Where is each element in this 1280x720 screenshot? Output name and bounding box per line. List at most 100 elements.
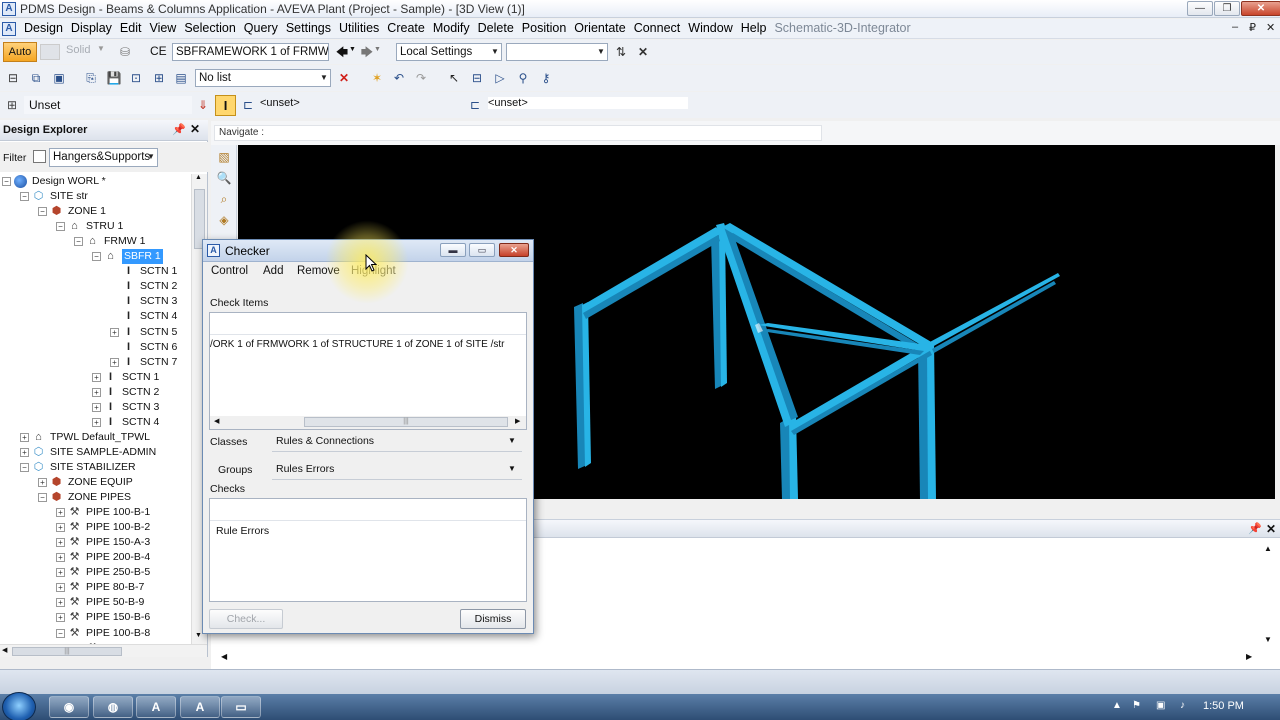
zoom-icon[interactable]: 🔍 xyxy=(215,169,233,187)
tree-node[interactable]: + ⚒ PIPE 100-B-2 xyxy=(0,520,191,535)
window-icon[interactable]: ▣ xyxy=(50,69,68,87)
expand-icon[interactable]: + xyxy=(92,372,101,382)
down-arrow-icon[interactable]: ⇓ xyxy=(194,96,212,114)
checks-item-rule-errors[interactable]: Rule Errors xyxy=(216,525,269,537)
tree-node[interactable]: I SCTN 1 xyxy=(0,264,191,279)
panel-icon[interactable]: ▤ xyxy=(172,69,190,87)
collapse-icon[interactable]: − xyxy=(20,192,29,202)
pin-icon[interactable]: 📌 xyxy=(1248,522,1262,535)
checker-menu-control[interactable]: Control xyxy=(211,265,248,277)
ce-selector[interactable]: SBFRAMEWORK 1 of FRMW xyxy=(172,43,329,61)
tree-node[interactable]: − ⌂ FRMW 1 xyxy=(0,234,191,249)
expand-icon[interactable]: + xyxy=(92,402,101,412)
tree-node[interactable]: + ⚒ PIPE 250-B-5 xyxy=(0,565,191,580)
tree-node[interactable]: − ⌂ STRU 1 xyxy=(0,219,191,234)
taskbar-clock[interactable]: 1:50 PM xyxy=(1203,700,1244,712)
clear-icon[interactable]: ✕ xyxy=(634,43,652,61)
start-button[interactable] xyxy=(2,692,36,720)
minimize-button[interactable]: — xyxy=(1187,1,1213,16)
expand-icon[interactable]: + xyxy=(20,447,29,457)
menu-view[interactable]: View xyxy=(145,21,180,36)
tree-node[interactable]: − ⬢ ZONE 1 xyxy=(0,204,191,219)
tree-node[interactable]: + I SCTN 3 xyxy=(0,400,191,415)
menu-window[interactable]: Window xyxy=(684,21,736,36)
menu-display[interactable]: Display xyxy=(67,21,116,36)
unset-right-value[interactable]: <unset> xyxy=(488,97,688,109)
checker-close-button[interactable]: ✕ xyxy=(499,243,529,257)
tree-node[interactable]: + I SCTN 5 xyxy=(0,325,191,340)
tree-node[interactable]: + ⚒ PIPE 150-B-6 xyxy=(0,610,191,625)
scroll-up-icon[interactable]: ▲ xyxy=(1264,544,1272,553)
pin-icon[interactable]: 📌 xyxy=(172,123,186,136)
expand-icon[interactable]: + xyxy=(56,508,65,518)
mdi-restore-button[interactable]: ₽ xyxy=(1249,21,1256,34)
expand-icon[interactable]: + xyxy=(56,538,65,548)
taskbar-chrome-icon[interactable]: ◉ xyxy=(49,696,89,718)
menu-create[interactable]: Create xyxy=(383,21,429,36)
zoom-box-icon[interactable]: ⌕ xyxy=(215,190,233,208)
checker-minimize-button[interactable]: ▬ xyxy=(440,243,466,257)
dismiss-button[interactable]: Dismiss xyxy=(460,609,526,629)
tree-node[interactable]: − ⌂ SBFR 1 xyxy=(0,249,191,265)
checker-menu-add[interactable]: Add xyxy=(263,265,283,277)
tree-node[interactable]: I SCTN 6 xyxy=(0,340,191,355)
expand-icon[interactable]: + xyxy=(92,417,101,427)
collapse-icon[interactable]: − xyxy=(56,222,65,232)
taskbar-aveva-icon[interactable]: A xyxy=(136,696,176,718)
scroll-left-icon[interactable]: ◀ xyxy=(2,646,7,654)
collapse-icon[interactable]: − xyxy=(56,628,65,638)
view-icon[interactable]: ⊡ xyxy=(127,69,145,87)
menu-modify[interactable]: Modify xyxy=(429,21,474,36)
scroll-up-icon[interactable]: ▲ xyxy=(195,174,202,181)
expand-icon[interactable]: + xyxy=(56,523,65,533)
expand-icon[interactable]: + xyxy=(56,568,65,578)
collapse-icon[interactable]: − xyxy=(38,493,47,503)
list-selector[interactable]: No list ▼ xyxy=(195,69,331,87)
tree-node[interactable]: + ⚒ PIPE 50-B-9 xyxy=(0,595,191,610)
back-dropdown-icon[interactable]: ▼ xyxy=(349,46,356,53)
expand-icon[interactable]: + xyxy=(110,327,119,337)
tree-node[interactable]: + I SCTN 2 xyxy=(0,385,191,400)
expand-icon[interactable]: + xyxy=(56,553,65,563)
tree-node[interactable]: + I SCTN 7 xyxy=(0,355,191,370)
layout-icon[interactable]: ⊞ xyxy=(150,69,168,87)
tag-icon-2[interactable]: ⊏ xyxy=(466,96,484,114)
checker-maximize-button[interactable]: ▭ xyxy=(469,243,495,257)
menu-edit[interactable]: Edit xyxy=(116,21,146,36)
check-items-hscroll[interactable]: ◀ ||| ▶ xyxy=(210,416,526,429)
close-button[interactable]: ✕ xyxy=(1241,1,1280,16)
tree-node[interactable]: − ⚒ PIPE 100-B-8 xyxy=(0,626,191,641)
scroll-left-icon[interactable]: ◀ xyxy=(214,417,219,425)
undo-icon[interactable]: ↶ xyxy=(390,69,408,87)
grid-icon[interactable]: ⊞ xyxy=(3,96,21,114)
checker-menu-remove[interactable]: Remove xyxy=(297,265,340,277)
tree-node[interactable]: + ⬡ SITE SAMPLE-ADMIN xyxy=(0,445,191,460)
scroll-down-icon[interactable]: ▼ xyxy=(195,632,202,639)
solid-button[interactable]: Solid xyxy=(66,44,90,56)
collapse-icon[interactable]: − xyxy=(38,207,47,217)
groups-selector[interactable]: Rules Errors ▼ xyxy=(272,460,522,480)
expand-icon[interactable]: + xyxy=(56,598,65,608)
tree-node[interactable]: + ⚒ PIPE 200-B-4 xyxy=(0,550,191,565)
tray-network-icon[interactable]: ⚑ xyxy=(1132,700,1141,711)
tray-volume-icon[interactable]: ♪ xyxy=(1180,700,1185,711)
close-icon[interactable]: ✕ xyxy=(190,122,200,136)
list-icon[interactable]: ⎘ xyxy=(82,69,100,87)
scroll-left-icon[interactable]: ◀ xyxy=(221,652,227,661)
settings-extra-selector[interactable]: ▼ xyxy=(506,43,608,61)
pick-icon[interactable]: ⊟ xyxy=(468,69,486,87)
tree-node[interactable]: + I SCTN 1 xyxy=(0,370,191,385)
forward-dropdown-icon[interactable]: ▼ xyxy=(374,46,381,53)
pointer-icon[interactable]: ↖ xyxy=(445,69,463,87)
remove-icon[interactable]: ✕ xyxy=(335,69,353,87)
mdi-minimize-button[interactable]: – xyxy=(1232,21,1238,33)
check-item-row[interactable]: /ORK 1 of FRMWORK 1 of STRUCTURE 1 of ZO… xyxy=(210,339,505,350)
sort-icon[interactable]: ⇅ xyxy=(612,43,630,61)
auto-button[interactable]: Auto xyxy=(3,42,37,62)
tree-node[interactable]: + ⌂ TPWL Default_TPWL xyxy=(0,430,191,445)
menu-delete[interactable]: Delete xyxy=(474,21,518,36)
solid-dropdown-arrow[interactable]: ▼ xyxy=(97,44,105,53)
filter-checkbox[interactable] xyxy=(33,150,46,163)
expand-icon[interactable]: + xyxy=(110,357,119,367)
check-items-list[interactable]: /ORK 1 of FRMWORK 1 of STRUCTURE 1 of ZO… xyxy=(209,312,527,430)
